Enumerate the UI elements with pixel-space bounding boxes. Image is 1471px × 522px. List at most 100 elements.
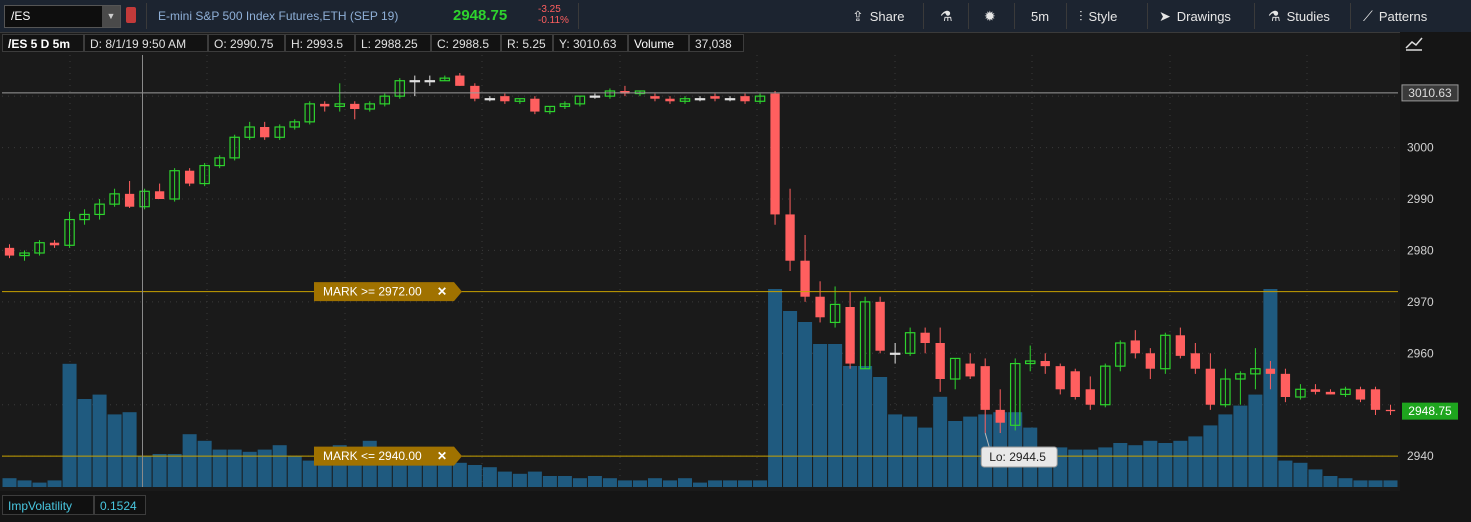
volume-bar: [1158, 443, 1173, 487]
reference-lines: [2, 92, 1398, 457]
candle: [514, 98, 526, 104]
candle: [1190, 343, 1201, 374]
candle: [1250, 348, 1261, 390]
candle: [1295, 384, 1306, 400]
candle: [214, 155, 225, 169]
close-icon[interactable]: ✕: [437, 285, 447, 299]
candle: [94, 199, 105, 220]
candle: [1115, 340, 1126, 372]
volume-bar: [62, 363, 77, 487]
candle-body: [995, 409, 1005, 423]
volume-bar: [1293, 462, 1308, 487]
alert-mark-lower[interactable]: MARK <= 2940.00 ✕: [314, 446, 462, 466]
volume-bar: [392, 462, 407, 487]
candle: [754, 93, 766, 104]
candle-body: [1310, 389, 1321, 392]
candle: [484, 96, 496, 102]
candle-body: [650, 96, 660, 99]
volume-bar: [858, 366, 873, 487]
volume-bar: [1353, 480, 1368, 487]
study-panel: ImpVolatility 0.1524: [0, 491, 1400, 522]
volume-bar: [753, 480, 768, 487]
candle: [1130, 330, 1140, 359]
candle-body: [740, 96, 750, 102]
candle-body: [785, 214, 795, 261]
candle: [815, 281, 825, 323]
price-axis-label: 2970: [1407, 295, 1434, 309]
candle: [1325, 389, 1336, 395]
alert-mark-upper[interactable]: MARK >= 2972.00 ✕: [314, 282, 462, 302]
volume-bar: [798, 322, 813, 487]
volume-bar: [557, 476, 572, 487]
volume-bar: [1338, 478, 1353, 487]
volume-bar: [918, 427, 933, 487]
candle: [650, 93, 660, 102]
candle: [1280, 368, 1291, 403]
candle: [965, 353, 975, 379]
candle: [665, 96, 675, 104]
price-chart[interactable]: 2940 2960 2970 2980 2990 3000 MARK >= 2972.00…: [0, 0, 1471, 522]
volume-bar: [212, 449, 227, 487]
candle: [589, 93, 601, 99]
auto-scale-icon[interactable]: [1404, 34, 1424, 52]
volume-bar: [32, 482, 47, 487]
volume-bar: [287, 456, 302, 487]
candle: [439, 75, 451, 82]
candle-body: [49, 242, 60, 246]
candle: [49, 240, 60, 248]
candle-body: [260, 127, 270, 138]
candle: [364, 101, 376, 112]
volume-bar: [572, 478, 587, 487]
candle: [1205, 353, 1216, 410]
alert-label-upper: MARK >= 2972.00: [323, 285, 422, 299]
candle: [229, 134, 240, 161]
volume-bar: [1383, 480, 1398, 487]
candle: [740, 93, 750, 104]
candle: [34, 240, 45, 256]
close-icon[interactable]: ✕: [437, 449, 447, 463]
candle-body: [589, 95, 601, 98]
volume-bar: [708, 480, 723, 487]
candle: [559, 101, 571, 109]
candle: [424, 75, 436, 86]
candle: [904, 327, 916, 356]
volume-bar: [1083, 449, 1098, 487]
candle: [889, 343, 901, 364]
candle: [920, 327, 930, 354]
volume-bar: [167, 454, 182, 487]
current-price-badge: 2948.75: [1402, 402, 1458, 420]
candle-body: [1190, 353, 1201, 369]
volume-bar: [738, 480, 753, 487]
candle-body: [920, 332, 930, 343]
candle-body: [845, 307, 855, 364]
candle-body: [889, 352, 901, 355]
volume-bar: [497, 471, 512, 487]
volume-bar: [1128, 445, 1143, 487]
candle: [199, 163, 210, 187]
volume-bar: [602, 478, 617, 487]
candle-body: [124, 193, 135, 207]
candle: [875, 296, 885, 354]
candle: [1100, 363, 1111, 408]
candle: [1085, 376, 1095, 410]
volume-bar: [17, 480, 32, 487]
candle-body: [815, 296, 825, 318]
volume-bar: [948, 421, 963, 487]
candle: [1220, 368, 1231, 408]
candle: [845, 291, 855, 369]
candle-body: [694, 98, 706, 101]
candle: [1385, 404, 1396, 415]
volume-bar: [1233, 405, 1248, 487]
study-name[interactable]: ImpVolatility: [2, 495, 94, 515]
volume-bar: [1098, 447, 1113, 487]
volume-bar: [768, 289, 783, 487]
volume-bar: [813, 344, 828, 487]
volume-bar: [1323, 476, 1338, 487]
candle: [274, 124, 285, 140]
candle: [574, 95, 586, 107]
candle: [320, 101, 330, 112]
candle: [184, 168, 195, 187]
price-axis-label: 2980: [1407, 243, 1434, 257]
candle: [350, 101, 360, 120]
candle-body: [710, 96, 720, 99]
